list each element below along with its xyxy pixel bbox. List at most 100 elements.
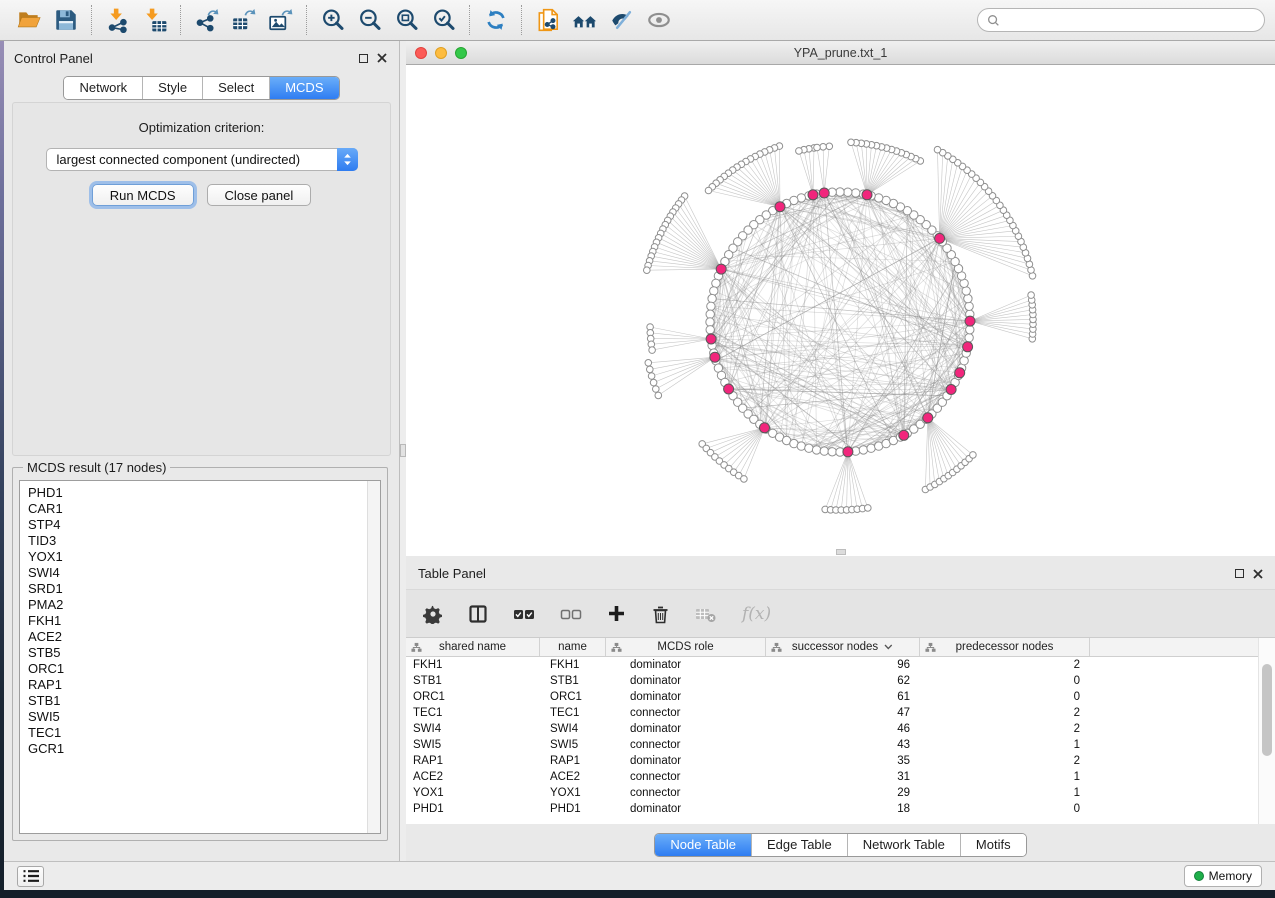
table-cell[interactable]: SWI4 — [406, 723, 540, 735]
table-cell[interactable]: PHD1 — [406, 803, 540, 815]
network-node[interactable] — [820, 447, 828, 455]
table-cell[interactable]: connector — [606, 787, 766, 799]
zoom-fit-icon[interactable] — [388, 3, 425, 37]
memory-button[interactable]: Memory — [1184, 865, 1262, 887]
table-cell[interactable]: dominator — [606, 755, 766, 767]
run-mcds-button[interactable]: Run MCDS — [92, 184, 194, 206]
network-node[interactable] — [796, 148, 803, 155]
table-scrollbar-thumb[interactable] — [1262, 664, 1272, 756]
table-row[interactable]: STB1STB1dominator620 — [406, 673, 1258, 689]
search-input[interactable] — [1005, 13, 1255, 28]
mcds-result-item[interactable]: STP4 — [28, 517, 367, 533]
tab-mcds[interactable]: MCDS — [269, 77, 338, 99]
table-cell[interactable]: SWI4 — [540, 723, 606, 735]
network-node[interactable] — [836, 188, 844, 196]
table-cell[interactable]: SWI5 — [406, 739, 540, 751]
select-all-rows-icon[interactable] — [513, 602, 535, 626]
new-network-from-selection-icon[interactable] — [529, 3, 566, 37]
mcds-result-item[interactable]: TID3 — [28, 533, 367, 549]
table-cell[interactable]: ACE2 — [406, 771, 540, 783]
table-cell[interactable]: connector — [606, 739, 766, 751]
network-node[interactable] — [653, 386, 660, 393]
criterion-dropdown[interactable]: largest connected component (undirected) — [46, 148, 358, 171]
mcds-result-item[interactable]: ACE2 — [28, 629, 367, 645]
network-node[interactable] — [960, 357, 968, 365]
network-node[interactable] — [828, 448, 836, 456]
network-node[interactable] — [964, 294, 972, 302]
table-cell[interactable]: connector — [606, 707, 766, 719]
save-session-icon[interactable] — [47, 3, 84, 37]
mcds-result-item[interactable]: YOX1 — [28, 549, 367, 565]
table-cell[interactable]: 0 — [920, 675, 1090, 687]
network-node[interactable] — [644, 267, 651, 274]
table-cell[interactable]: 1 — [920, 739, 1090, 751]
network-node[interactable] — [965, 302, 973, 310]
network-node[interactable] — [712, 279, 720, 287]
column-header-predecessor-nodes[interactable]: predecessor nodes — [920, 638, 1090, 656]
mcds-result-item[interactable]: CAR1 — [28, 501, 367, 517]
zoom-out-icon[interactable] — [351, 3, 388, 37]
zoom-selected-icon[interactable] — [425, 3, 462, 37]
network-node[interactable] — [966, 326, 974, 334]
network-node[interactable] — [812, 446, 820, 454]
network-node[interactable] — [820, 144, 827, 151]
table-cell[interactable]: 2 — [920, 659, 1090, 671]
table-cell[interactable]: 35 — [766, 755, 920, 767]
mcds-hub-node[interactable] — [716, 264, 726, 274]
table-cell[interactable]: 47 — [766, 707, 920, 719]
mcds-result-item[interactable]: SRD1 — [28, 581, 367, 597]
close-table-panel-icon[interactable] — [1253, 569, 1263, 579]
network-node[interactable] — [859, 446, 867, 454]
table-cell[interactable]: 61 — [766, 691, 920, 703]
mcds-result-item[interactable]: SWI5 — [28, 709, 367, 725]
mcds-result-item[interactable]: STB1 — [28, 693, 367, 709]
table-cell[interactable]: STB1 — [540, 675, 606, 687]
mcds-hub-node[interactable] — [946, 385, 956, 395]
table-cell[interactable]: SWI5 — [540, 739, 606, 751]
network-node[interactable] — [852, 189, 860, 197]
float-panel-button[interactable] — [359, 54, 368, 63]
import-table-icon[interactable] — [136, 3, 173, 37]
hide-selected-icon[interactable] — [603, 3, 640, 37]
network-node[interactable] — [648, 373, 655, 380]
network-node[interactable] — [875, 194, 883, 202]
table-cell[interactable]: STB1 — [406, 675, 540, 687]
mcds-hub-node[interactable] — [963, 342, 973, 352]
network-node[interactable] — [650, 379, 657, 386]
table-cell[interactable]: ACE2 — [540, 771, 606, 783]
table-cell[interactable]: FKH1 — [406, 659, 540, 671]
table-settings-gear-icon[interactable] — [423, 602, 443, 626]
add-column-icon[interactable] — [607, 602, 626, 626]
table-cell[interactable]: dominator — [606, 675, 766, 687]
table-cell[interactable]: 2 — [920, 755, 1090, 767]
table-row[interactable]: PHD1PHD1dominator180 — [406, 801, 1258, 817]
tab-edge-table[interactable]: Edge Table — [751, 834, 847, 856]
table-scrollbar[interactable] — [1258, 638, 1275, 824]
mcds-hub-node[interactable] — [935, 233, 945, 243]
table-cell[interactable]: dominator — [606, 691, 766, 703]
show-all-icon[interactable] — [640, 3, 677, 37]
network-node[interactable] — [970, 452, 977, 459]
table-cell[interactable]: RAP1 — [540, 755, 606, 767]
mcds-hub-node[interactable] — [899, 430, 909, 440]
tab-network-table[interactable]: Network Table — [847, 834, 960, 856]
mcds-result-item[interactable]: PHD1 — [28, 485, 367, 501]
mcds-result-item[interactable]: STB5 — [28, 645, 367, 661]
network-node[interactable] — [705, 187, 712, 194]
network-node[interactable] — [655, 392, 662, 399]
network-node[interactable] — [708, 294, 716, 302]
network-node[interactable] — [647, 366, 654, 373]
network-node[interactable] — [710, 287, 718, 295]
tab-node-table[interactable]: Node Table — [655, 834, 751, 856]
close-panel-icon[interactable] — [377, 53, 387, 63]
tab-style[interactable]: Style — [142, 77, 202, 99]
network-node[interactable] — [741, 476, 748, 483]
float-table-panel-button[interactable] — [1235, 569, 1244, 578]
mcds-result-item[interactable]: SWI4 — [28, 565, 367, 581]
network-node[interactable] — [965, 334, 973, 342]
mcds-result-item[interactable]: RAP1 — [28, 677, 367, 693]
mcds-hub-node[interactable] — [955, 368, 965, 378]
table-cell[interactable]: dominator — [606, 803, 766, 815]
mcds-hub-node[interactable] — [706, 334, 716, 344]
table-cell[interactable]: FKH1 — [540, 659, 606, 671]
